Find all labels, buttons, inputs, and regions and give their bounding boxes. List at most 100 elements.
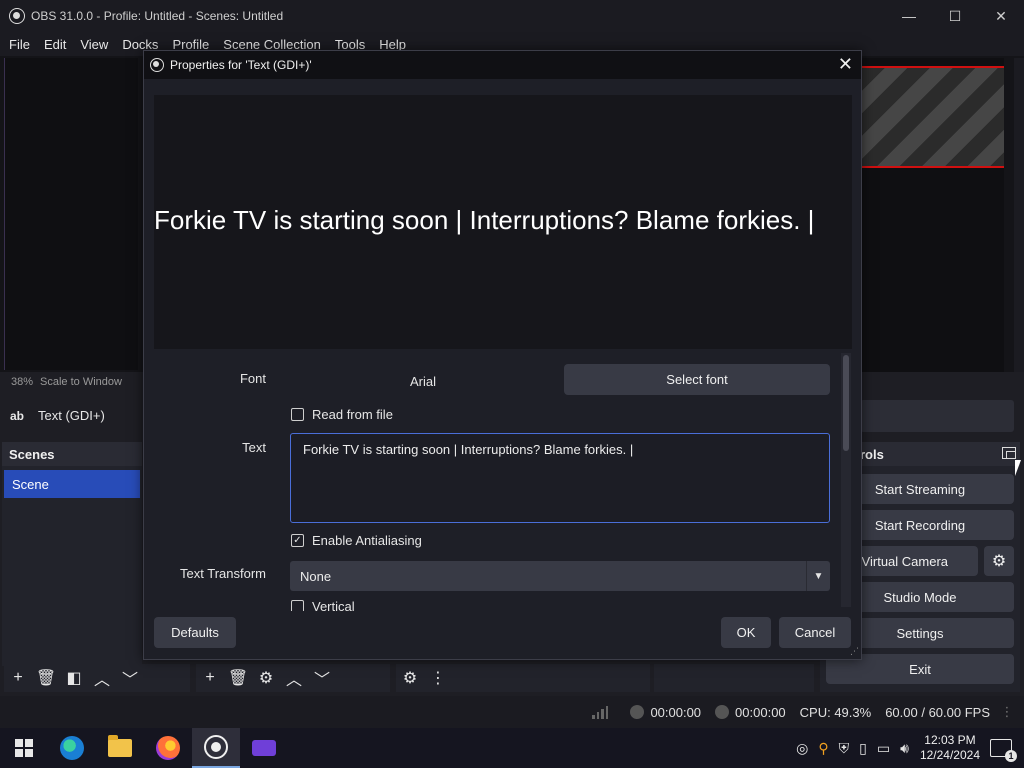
taskbar-firefox[interactable]: [144, 728, 192, 768]
obs-dialog-icon: [150, 58, 164, 72]
sources-toolbar: + 🗑 ⚙ ︿ ﹀: [196, 664, 390, 692]
add-source-plus-icon[interactable]: +: [196, 664, 224, 692]
preview-text: Forkie TV is starting soon | Interruptio…: [154, 205, 815, 235]
cancel-button[interactable]: Cancel: [779, 617, 851, 648]
ok-button[interactable]: OK: [721, 617, 771, 648]
maximize-button[interactable]: ☐: [932, 0, 978, 32]
chevron-down-icon[interactable]: ▼: [806, 561, 830, 591]
system-tray: ◎ ⚲ ⛨ ▯ ▭ 🔊︎ 12:03 PM 12/24/2024 1: [791, 728, 1024, 768]
scrollbar-thumb[interactable]: [843, 355, 849, 451]
scene-list-item[interactable]: Scene: [4, 470, 140, 498]
resize-grip-icon[interactable]: ⋮: [990, 704, 1024, 720]
font-value: Arial: [409, 373, 436, 389]
selected-source-label: Text (GDI+): [38, 408, 105, 423]
search-tray-icon[interactable]: ⚲: [818, 740, 828, 757]
striped-scene-content: [862, 66, 1004, 168]
mixer-menu-kebab-icon[interactable]: ⋮: [424, 664, 452, 692]
window-controls: — ☐ ✕: [886, 0, 1024, 32]
signal-bars-icon: [592, 705, 609, 719]
record-status: 00:00:00: [715, 705, 786, 720]
taskbar-file-explorer[interactable]: [96, 728, 144, 768]
scene-filters-icon[interactable]: ◧: [60, 664, 88, 692]
move-source-down-chevron-down-icon[interactable]: ﹀: [308, 664, 336, 692]
record-time: 00:00:00: [735, 704, 786, 720]
window-titlebar: OBS 31.0.0 - Profile: Untitled - Scenes:…: [0, 0, 1024, 32]
stream-time: 00:00:00: [650, 704, 702, 720]
preview-canvas-left[interactable]: [4, 58, 138, 370]
notification-count-badge: 1: [1005, 750, 1017, 762]
antialiasing-row[interactable]: ✓ Enable Antialiasing: [291, 533, 422, 548]
source-preview: Forkie TV is starting soon | Interruptio…: [154, 95, 852, 349]
obs-tray-icon[interactable]: ◎: [796, 740, 808, 757]
advanced-audio-gear-icon[interactable]: ⚙: [396, 664, 424, 692]
dialog-title: Properties for 'Text (GDI+)': [170, 58, 312, 72]
menu-file[interactable]: File: [2, 37, 37, 52]
window-title: OBS 31.0.0 - Profile: Untitled - Scenes:…: [31, 9, 284, 23]
defaults-button[interactable]: Defaults: [154, 617, 236, 648]
taskbar-obs[interactable]: [192, 728, 240, 768]
notification-center-icon[interactable]: 1: [990, 739, 1017, 762]
properties-scrollbar[interactable]: [841, 353, 851, 607]
clock-date: 12/24/2024: [919, 748, 980, 762]
network-status: [592, 705, 616, 719]
read-from-file-row[interactable]: Read from file: [291, 407, 393, 422]
antialiasing-checkbox-checkmark-icon[interactable]: ✓: [291, 534, 304, 547]
remove-source-trash-icon[interactable]: 🗑: [224, 664, 252, 692]
select-font-button[interactable]: Select font: [564, 364, 830, 395]
scenes-dock: Scenes Scene: [2, 442, 142, 666]
menu-edit[interactable]: Edit: [37, 37, 73, 52]
mouse-cursor-icon: [1015, 460, 1021, 476]
stream-indicator-icon: [630, 705, 645, 719]
usb-icon[interactable]: ▯: [859, 740, 867, 757]
source-properties-gear-icon[interactable]: ⚙: [252, 664, 280, 692]
scale-mode[interactable]: Scale to Window: [40, 376, 122, 388]
network-icon[interactable]: ▭: [877, 740, 890, 757]
move-scene-down-chevron-down-icon[interactable]: ﹀: [116, 664, 144, 692]
properties-form: Font Arial Select font Read from file Te…: [144, 349, 844, 611]
taskbar-edge[interactable]: [48, 728, 96, 768]
menu-view[interactable]: View: [73, 37, 115, 52]
vertical-checkbox[interactable]: [291, 600, 304, 611]
antialiasing-label: Enable Antialiasing: [312, 533, 422, 548]
clock-time: 12:03 PM: [924, 733, 976, 747]
text-transform-label: Text Transform: [180, 566, 266, 581]
move-scene-up-chevron-up-icon[interactable]: ︿: [88, 664, 116, 692]
preview-scrollbar[interactable]: [1014, 58, 1024, 372]
vertical-row[interactable]: Vertical: [291, 599, 355, 611]
clock[interactable]: 12:03 PM 12/24/2024: [920, 733, 980, 763]
transitions-toolbar: [654, 664, 814, 692]
text-source-icon: ab: [10, 408, 25, 423]
security-shield-icon[interactable]: ⛨: [839, 740, 850, 757]
properties-dialog: Properties for 'Text (GDI+)' ✕ Forkie TV…: [143, 50, 862, 660]
start-button[interactable]: [0, 728, 48, 768]
move-source-up-chevron-up-icon[interactable]: ︿: [280, 664, 308, 692]
read-from-file-checkbox[interactable]: [291, 408, 304, 421]
source-properties-strip[interactable]: [860, 400, 1014, 432]
volume-icon[interactable]: 🔊︎: [900, 740, 909, 757]
windows-logo-icon: [15, 739, 33, 757]
record-indicator-icon: [715, 705, 730, 719]
text-transform-select[interactable]: None ▼: [290, 561, 830, 591]
dialog-resize-grip-icon[interactable]: ⋰: [850, 646, 859, 657]
remove-scene-trash-icon[interactable]: 🗑: [32, 664, 60, 692]
text-input[interactable]: Forkie TV is starting soon | Interruptio…: [290, 433, 830, 523]
dialog-titlebar: Properties for 'Text (GDI+)' ✕: [144, 51, 861, 79]
virtual-camera-settings-gear-icon[interactable]: ⚙: [984, 546, 1014, 576]
preview-status: 38% Scale to Window: [4, 372, 140, 392]
undock-icon[interactable]: [1002, 447, 1016, 459]
add-scene-plus-icon[interactable]: +: [4, 664, 32, 692]
preview-canvas-right[interactable]: [862, 58, 1004, 372]
purple-app-icon: [252, 740, 276, 756]
scenes-toolbar: + 🗑 ◧ ︿ ﹀: [4, 664, 190, 692]
close-window-button[interactable]: ✕: [978, 0, 1024, 32]
obs-app-icon: [9, 8, 25, 24]
minimize-button[interactable]: —: [886, 0, 932, 32]
taskbar-app[interactable]: [240, 728, 288, 768]
selected-source[interactable]: ab Text (GDI+): [10, 408, 105, 423]
dialog-close-icon[interactable]: ✕: [838, 54, 853, 75]
read-from-file-label: Read from file: [312, 407, 393, 422]
fps-value: 60.00 / 60.00 FPS: [885, 704, 990, 720]
edge-browser-icon: [60, 736, 84, 760]
folder-icon: [108, 735, 132, 757]
text-transform-value: None: [300, 568, 332, 584]
